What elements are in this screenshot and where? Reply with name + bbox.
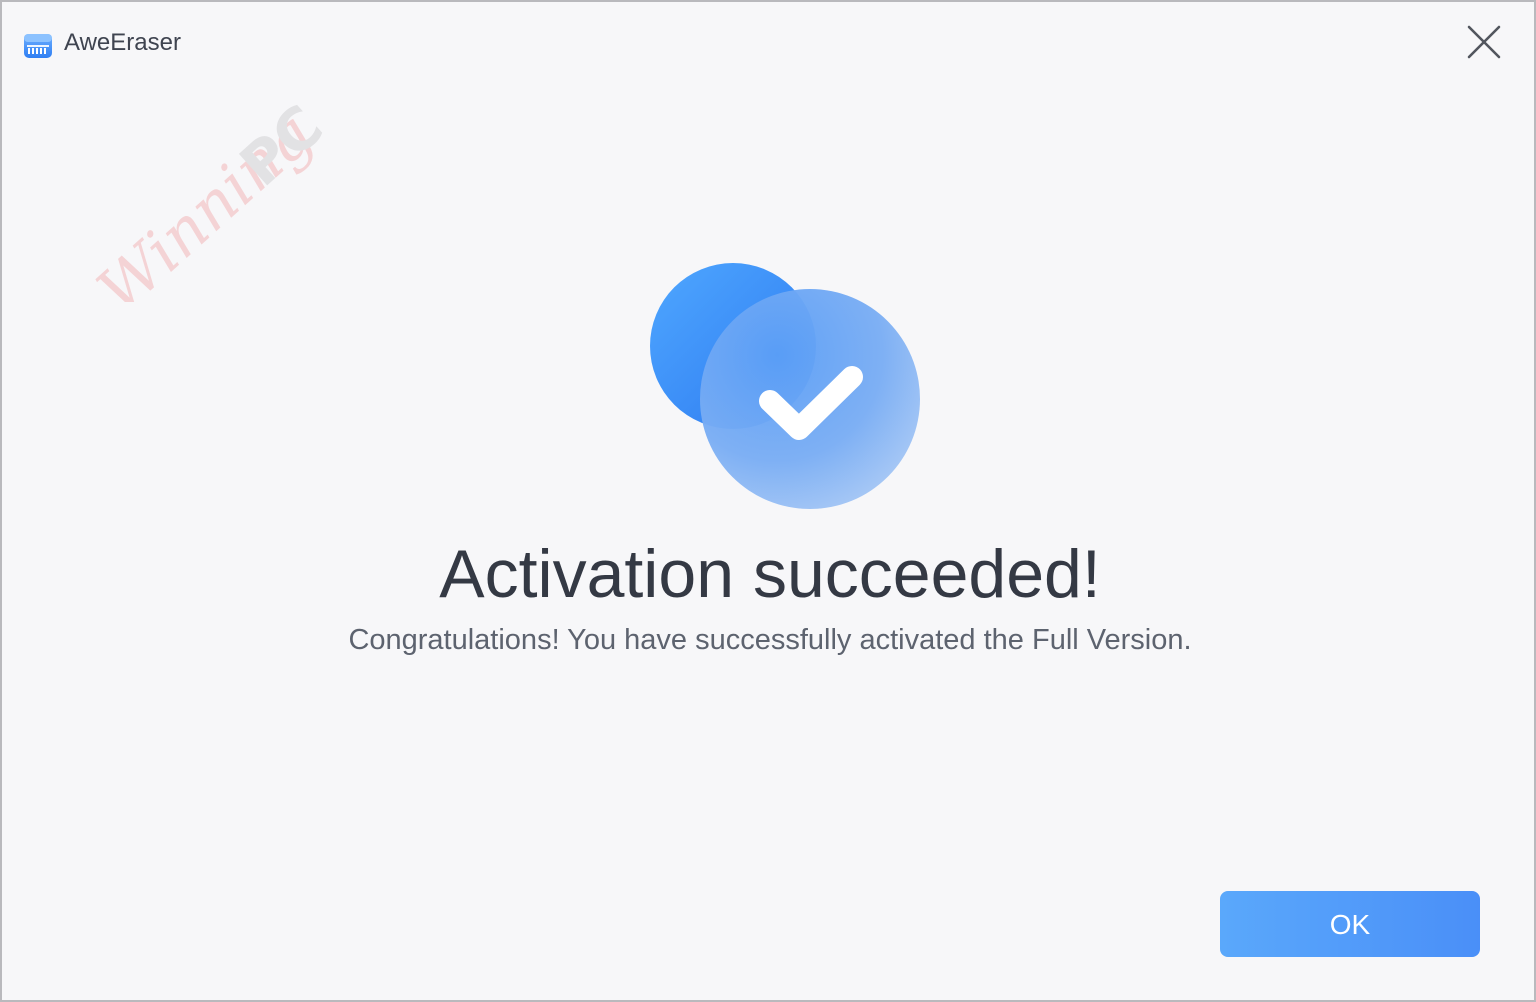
title-bar: AweEraser bbox=[2, 2, 1534, 82]
success-check-icon bbox=[650, 263, 920, 509]
watermark-script-text: Winning bbox=[83, 98, 326, 302]
activation-dialog: AweEraser Winning PC Activation succeede… bbox=[0, 0, 1536, 1002]
app-title: AweEraser bbox=[64, 29, 181, 56]
aweeraser-logo-icon bbox=[24, 34, 52, 58]
activation-message: Congratulations! You have successfully a… bbox=[348, 624, 1192, 656]
activation-headline: Activation succeeded! bbox=[439, 536, 1101, 612]
watermark-bold-text: PC bbox=[227, 92, 328, 199]
close-icon[interactable] bbox=[1464, 22, 1504, 62]
ok-button[interactable]: OK bbox=[1220, 891, 1480, 957]
